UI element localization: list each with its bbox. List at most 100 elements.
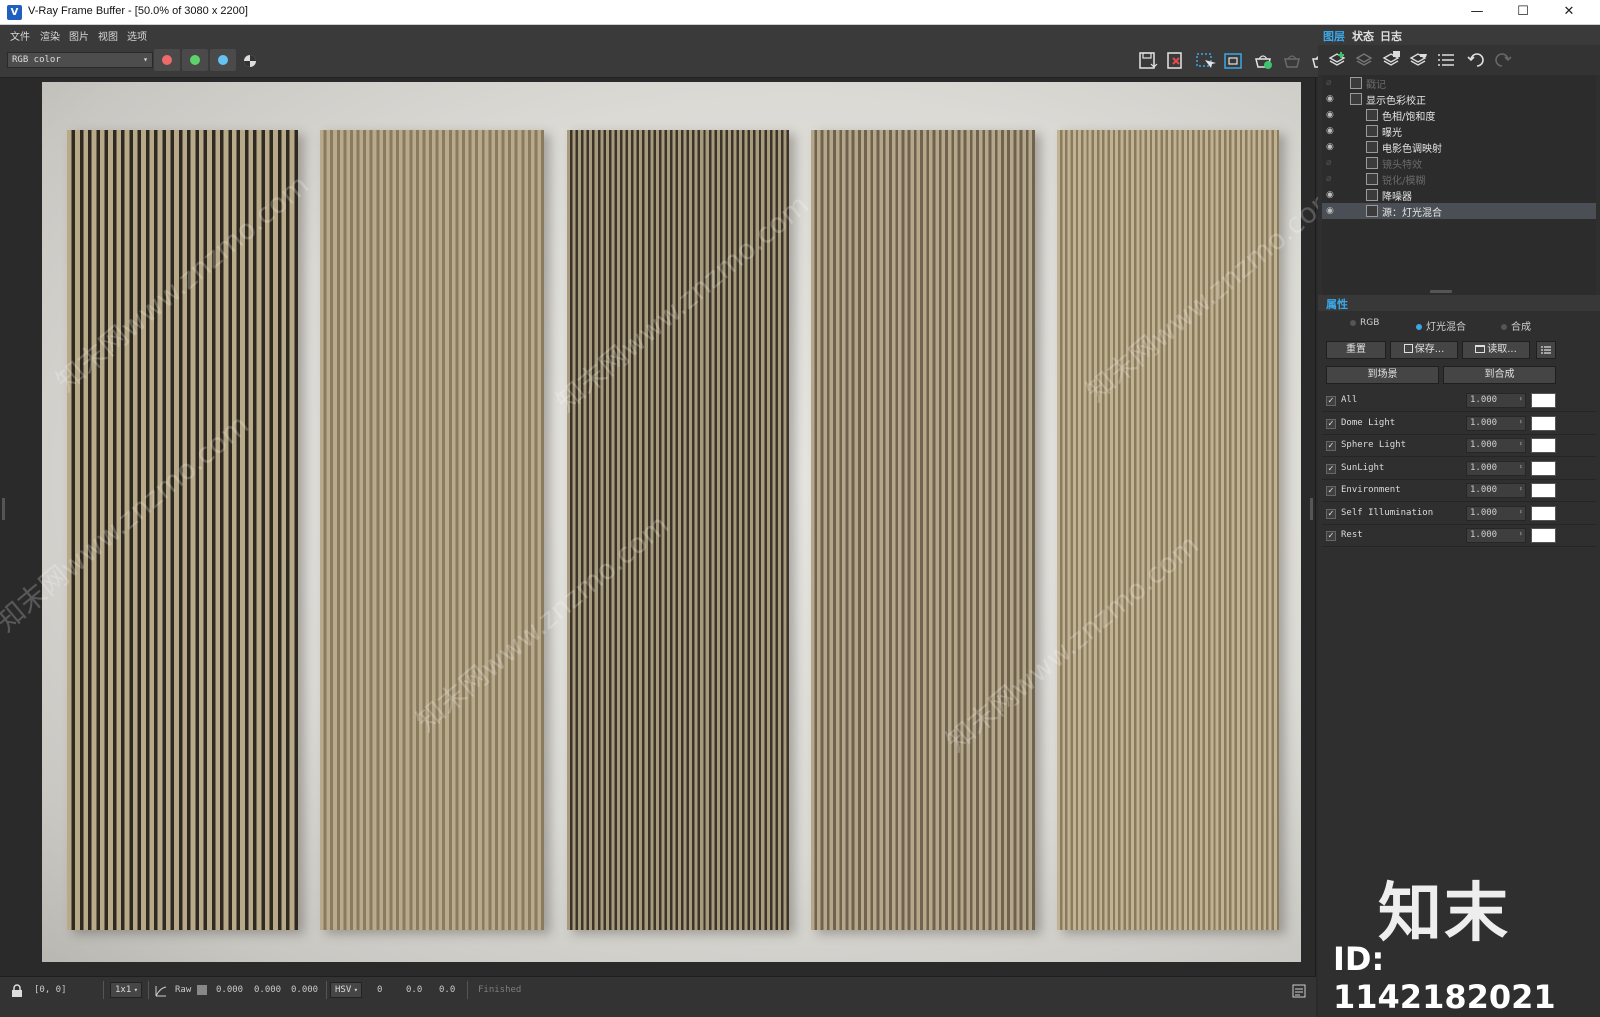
- minimize-button[interactable]: —: [1454, 0, 1500, 25]
- close-button[interactable]: ✕: [1546, 0, 1592, 25]
- layer-row[interactable]: ⌀ 锐化/模糊: [1322, 171, 1596, 187]
- light-color-swatch[interactable]: [1531, 415, 1556, 431]
- eye-visibility-icon[interactable]: ⌀: [1326, 78, 1331, 88]
- light-enable-checkbox[interactable]: ✓: [1326, 441, 1336, 451]
- window-title: V-Ray Frame Buffer - [50.0% of 3080 x 22…: [28, 5, 248, 17]
- menu-image[interactable]: 图片: [69, 28, 89, 43]
- menu-options[interactable]: 选项: [127, 28, 147, 43]
- light-enable-checkbox[interactable]: ✓: [1326, 418, 1336, 429]
- eye-visibility-icon[interactable]: ◉: [1326, 206, 1334, 216]
- viewport-left-handle[interactable]: [2, 498, 5, 520]
- vray-app-icon: V: [7, 5, 22, 20]
- pin-button[interactable]: [10, 983, 24, 997]
- to-scene-button[interactable]: 到场景: [1326, 366, 1439, 384]
- light-enable-checkbox[interactable]: ✓: [1326, 508, 1336, 519]
- viewport-right-handle[interactable]: [1310, 498, 1313, 520]
- divider: [467, 981, 468, 999]
- toggle-panel-button[interactable]: [1292, 983, 1306, 998]
- light-enable-checkbox[interactable]: ✓: [1326, 463, 1336, 474]
- layer-type-icon: [1366, 157, 1378, 169]
- layer-row[interactable]: ◉ 曝光: [1322, 123, 1596, 139]
- light-mix-row: ✓ All 1.000 ⬍: [1322, 390, 1596, 412]
- lightmix-options-button[interactable]: [1536, 341, 1556, 359]
- blue-channel-button[interactable]: [210, 49, 236, 71]
- layer-list-button[interactable]: [1436, 51, 1456, 69]
- panel-splitter-handle[interactable]: [1430, 290, 1452, 293]
- g-value: 0.000: [254, 985, 282, 995]
- light-intensity-value: 1.000: [1470, 485, 1498, 495]
- layer-row[interactable]: ◉ 源：灯光混合: [1322, 203, 1596, 219]
- light-intensity-spinner[interactable]: 1.000 ⬍: [1466, 505, 1526, 521]
- light-intensity-spinner[interactable]: 1.000 ⬍: [1466, 438, 1526, 453]
- clear-image-button[interactable]: [1165, 51, 1187, 71]
- layer-row[interactable]: ⌀ 镜头特效: [1322, 155, 1596, 171]
- mode-radio-lightmix[interactable]: 灯光混合: [1416, 318, 1466, 333]
- tab-layers[interactable]: 图层: [1323, 28, 1345, 44]
- interactive-render-button[interactable]: [1252, 51, 1274, 71]
- save-preset-button[interactable]: 保存...: [1390, 341, 1458, 359]
- spinner-arrows-icon[interactable]: ⬍: [1519, 528, 1523, 541]
- layer-row[interactable]: ◉ 色相/饱和度: [1322, 107, 1596, 123]
- save-image-button[interactable]: [1137, 51, 1159, 71]
- render-viewport[interactable]: 知末网www.znzmo.com 知末网www.znzmo.com 知末网www…: [0, 78, 1345, 976]
- curve-button[interactable]: [154, 983, 168, 997]
- light-intensity-spinner[interactable]: 1.000 ⬍: [1466, 393, 1526, 408]
- spinner-arrows-icon[interactable]: ⬍: [1519, 483, 1523, 496]
- zoom-select[interactable]: 1x1 ▾: [110, 982, 142, 998]
- light-enable-checkbox[interactable]: ✓: [1326, 396, 1336, 406]
- save-layers-button[interactable]: [1381, 51, 1401, 69]
- eye-visibility-icon[interactable]: ◉: [1326, 110, 1334, 120]
- menu-view[interactable]: 视图: [98, 28, 118, 43]
- menu-render[interactable]: 渲染: [40, 28, 60, 43]
- layer-row[interactable]: ◉ 电影色调映射: [1322, 139, 1596, 155]
- to-composite-button[interactable]: 到合成: [1443, 366, 1556, 384]
- spinner-arrows-icon[interactable]: ⬍: [1519, 461, 1523, 474]
- light-color-swatch[interactable]: [1531, 483, 1556, 498]
- mode-radio-rgb[interactable]: RGB: [1350, 318, 1379, 328]
- layer-row[interactable]: ◉ 显示色彩校正: [1322, 91, 1596, 107]
- alpha-channel-button[interactable]: [243, 53, 257, 67]
- light-enable-checkbox[interactable]: ✓: [1326, 486, 1336, 496]
- spinner-arrows-icon[interactable]: ⬍: [1519, 393, 1523, 406]
- add-layer-button[interactable]: [1327, 51, 1347, 69]
- menu-file[interactable]: 文件: [10, 28, 30, 43]
- load-preset-button[interactable]: 读取...: [1462, 341, 1530, 359]
- spinner-arrows-icon[interactable]: ⬍: [1519, 416, 1523, 429]
- undo-button[interactable]: [1466, 51, 1486, 69]
- spinner-arrows-icon[interactable]: ⬍: [1519, 506, 1523, 519]
- light-intensity-spinner[interactable]: 1.000 ⬍: [1466, 483, 1526, 498]
- light-color-swatch[interactable]: [1531, 460, 1556, 476]
- layer-row[interactable]: ◉ 降噪器: [1322, 187, 1596, 203]
- light-color-swatch[interactable]: [1531, 528, 1556, 543]
- light-color-swatch[interactable]: [1531, 438, 1556, 453]
- tab-log[interactable]: 日志: [1380, 28, 1402, 44]
- tab-stats[interactable]: 状态: [1352, 28, 1374, 44]
- light-intensity-spinner[interactable]: 1.000 ⬍: [1466, 528, 1526, 543]
- green-channel-icon: [190, 55, 200, 65]
- light-intensity-spinner[interactable]: 1.000 ⬍: [1466, 460, 1526, 476]
- eye-visibility-icon[interactable]: ◉: [1326, 94, 1334, 104]
- eye-visibility-icon[interactable]: ⌀: [1326, 158, 1331, 168]
- red-channel-button[interactable]: [154, 49, 180, 71]
- light-intensity-spinner[interactable]: 1.000 ⬍: [1466, 415, 1526, 431]
- light-color-swatch[interactable]: [1531, 393, 1556, 408]
- track-mouse-button[interactable]: [1222, 51, 1244, 71]
- reset-button[interactable]: 重置: [1326, 341, 1386, 359]
- light-intensity-value: 1.000: [1470, 507, 1498, 518]
- light-color-swatch[interactable]: [1531, 505, 1556, 521]
- eye-visibility-icon[interactable]: ⌀: [1326, 174, 1331, 184]
- light-enable-checkbox[interactable]: ✓: [1326, 531, 1336, 541]
- region-render-button[interactable]: [1194, 51, 1216, 71]
- green-channel-button[interactable]: [182, 49, 208, 71]
- mode-radio-composite[interactable]: 合成: [1501, 318, 1531, 333]
- eye-visibility-icon[interactable]: ◉: [1326, 126, 1334, 136]
- color-space-select[interactable]: HSV ▾: [330, 982, 362, 998]
- save-layers-icon: [1382, 51, 1400, 66]
- spinner-arrows-icon[interactable]: ⬍: [1519, 438, 1523, 451]
- eye-visibility-icon[interactable]: ◉: [1326, 190, 1334, 200]
- maximize-button[interactable]: ☐: [1500, 0, 1546, 25]
- layer-row[interactable]: ⌀ 戳记: [1322, 75, 1596, 91]
- eye-visibility-icon[interactable]: ◉: [1326, 142, 1334, 152]
- load-layers-button[interactable]: [1408, 51, 1428, 69]
- channel-select[interactable]: RGB color ▾: [7, 52, 153, 68]
